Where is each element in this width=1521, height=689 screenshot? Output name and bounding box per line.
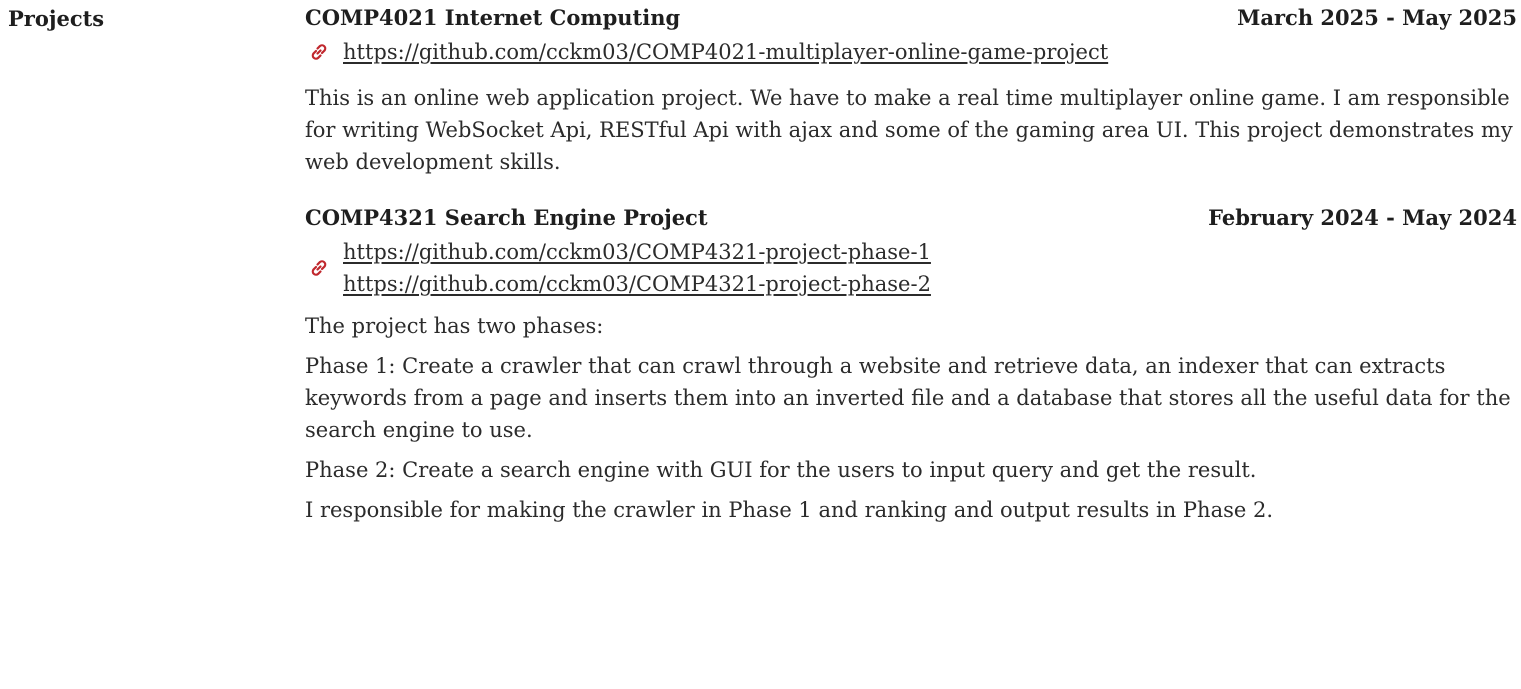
project-description: This is an online web application projec… <box>305 86 1513 174</box>
project-description: Phase 1: Create a crawler that can crawl… <box>305 354 1511 442</box>
project-links: https://github.com/cckm03/COMP4321-proje… <box>305 236 1517 300</box>
project-header: COMP4321 Search Engine Project February … <box>305 200 1517 236</box>
github-link-phase-1[interactable]: https://github.com/cckm03/COMP4321-proje… <box>343 236 1517 268</box>
section-label-projects: Projects <box>8 6 105 31</box>
project-comp4021: COMP4021 Internet Computing March 2025 -… <box>305 0 1517 178</box>
link-icon <box>311 260 327 276</box>
project-date: February 2024 - May 2024 <box>1208 205 1517 230</box>
projects-content: COMP4021 Internet Computing March 2025 -… <box>305 0 1517 526</box>
link-icon <box>311 44 327 60</box>
github-link-phase-2[interactable]: https://github.com/cckm03/COMP4321-proje… <box>343 268 1517 300</box>
project-links: https://github.com/cckm03/COMP4021-multi… <box>305 36 1517 68</box>
project-date: March 2025 - May 2025 <box>1237 5 1517 30</box>
project-title: COMP4021 Internet Computing <box>305 5 681 30</box>
project-header: COMP4021 Internet Computing March 2025 -… <box>305 0 1517 36</box>
project-description: I responsible for making the crawler in … <box>305 498 1274 522</box>
project-description: Phase 2: Create a search engine with GUI… <box>305 458 1257 482</box>
project-comp4321: COMP4321 Search Engine Project February … <box>305 200 1517 526</box>
github-link-comp4021[interactable]: https://github.com/cckm03/COMP4021-multi… <box>343 36 1517 68</box>
project-description: The project has two phases: <box>305 314 604 338</box>
project-title: COMP4321 Search Engine Project <box>305 205 708 230</box>
